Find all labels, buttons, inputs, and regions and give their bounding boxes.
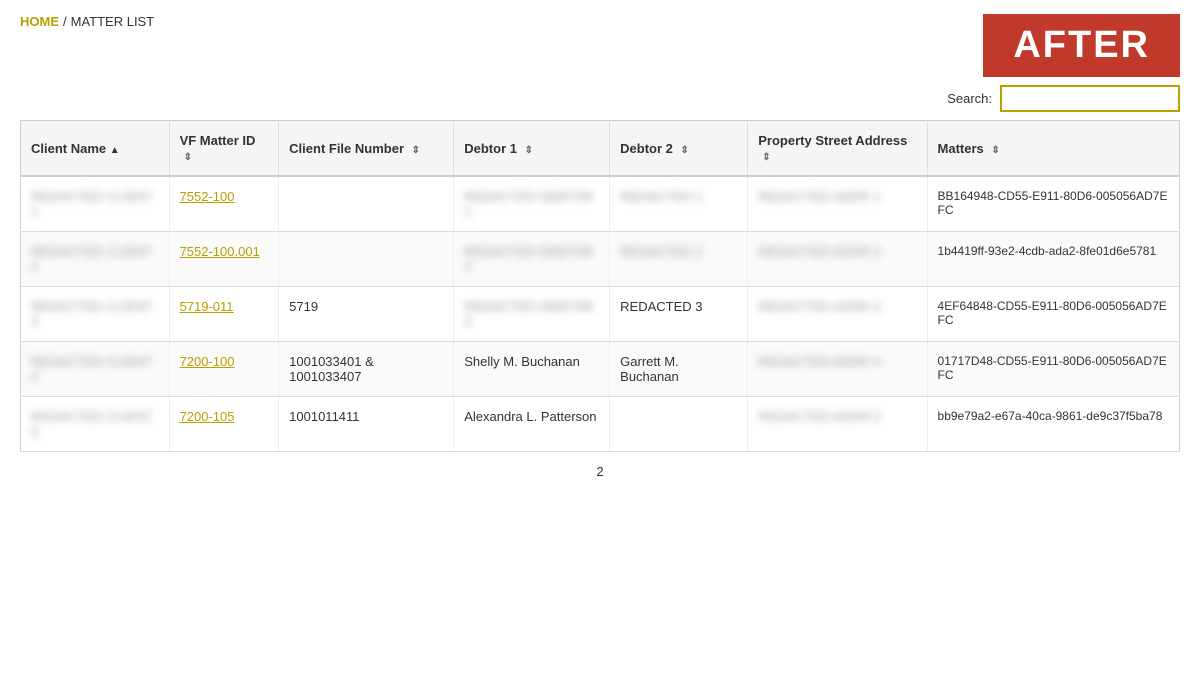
- cell-client-name: REDACTED CLIENT 4: [21, 342, 170, 397]
- sort-icon-d1: ⇕: [525, 145, 533, 156]
- cell-debtor2: REDACTED 3: [610, 287, 748, 342]
- cell-debtor2: REDACTED 2: [610, 232, 748, 287]
- matter-id-link[interactable]: 7552-100.001: [180, 244, 260, 259]
- cell-client-name: REDACTED CLIENT 5: [21, 397, 170, 452]
- cell-client-name: REDACTED CLIENT 1: [21, 176, 170, 232]
- sort-icon-vf: ⇕: [184, 152, 192, 163]
- address-value: REDACTED ADDR 3: [758, 299, 880, 314]
- cell-vf-matter-id: 5719-011: [169, 287, 279, 342]
- table-row: REDACTED CLIENT 5 7200-105 1001011411Alexa…: [21, 397, 1180, 452]
- header-right: AFTER: [983, 14, 1180, 77]
- matter-id-link[interactable]: 5719-011: [180, 299, 234, 314]
- debtor1-value: REDACTED DEBTOR 3: [464, 299, 593, 329]
- client-name-value: REDACTED CLIENT 4: [31, 354, 152, 384]
- sort-icon-d2: ⇕: [681, 145, 689, 156]
- table-container: Client Name ▲ VF Matter ID ⇕ Client File…: [0, 120, 1200, 511]
- address-value: REDACTED ADDR 1: [758, 189, 880, 204]
- table-row: REDACTED CLIENT 1 7552-100 REDACTED DEBTOR…: [21, 176, 1180, 232]
- debtor1-value: REDACTED DEBTOR 2: [464, 244, 593, 274]
- sort-up-icon: ▲: [110, 145, 120, 156]
- address-value: REDACTED ADDR 4: [758, 354, 880, 369]
- cell-vf-matter-id: 7552-100: [169, 176, 279, 232]
- search-label: Search:: [947, 91, 992, 106]
- cell-matters: 1b4419ff-93e2-4cdb-ada2-8fe01d6e5781: [927, 232, 1179, 287]
- cell-client-file-number: 1001011411: [279, 397, 454, 452]
- sort-icon-addr: ⇕: [762, 152, 770, 163]
- breadcrumb-separator: /: [63, 14, 67, 29]
- matter-id-link[interactable]: 7200-100: [180, 354, 235, 369]
- table-row: REDACTED CLIENT 2 7552-100.001 REDACTED DE…: [21, 232, 1180, 287]
- matter-id-link[interactable]: 7200-105: [180, 409, 235, 424]
- cell-property-address: REDACTED ADDR 2: [748, 232, 927, 287]
- table-row: REDACTED CLIENT 4 7200-100 1001033401 & 10…: [21, 342, 1180, 397]
- col-debtor1[interactable]: Debtor 1 ⇕: [454, 121, 610, 177]
- cell-client-name: REDACTED CLIENT 3: [21, 287, 170, 342]
- table-header: Client Name ▲ VF Matter ID ⇕ Client File…: [21, 121, 1180, 177]
- cell-debtor2: Garrett M. Buchanan: [610, 342, 748, 397]
- cell-client-file-number: [279, 232, 454, 287]
- cell-debtor1: REDACTED DEBTOR 1: [454, 176, 610, 232]
- cell-debtor1: Alexandra L. Patterson: [454, 397, 610, 452]
- search-input[interactable]: [1000, 85, 1180, 112]
- table-row: REDACTED CLIENT 3 5719-011 5719 REDACTED DE…: [21, 287, 1180, 342]
- address-value: REDACTED ADDR 5: [758, 409, 880, 424]
- cell-debtor2: REDACTED 1: [610, 176, 748, 232]
- cell-client-file-number: [279, 176, 454, 232]
- cell-vf-matter-id: 7200-100: [169, 342, 279, 397]
- cell-matters: 01717D48-CD55-E911-80D6-005056AD7EFC: [927, 342, 1179, 397]
- cell-client-file-number: 5719: [279, 287, 454, 342]
- cell-vf-matter-id: 7552-100.001: [169, 232, 279, 287]
- matter-table: Client Name ▲ VF Matter ID ⇕ Client File…: [20, 120, 1180, 452]
- debtor2-value: REDACTED 1: [620, 189, 702, 204]
- cell-property-address: REDACTED ADDR 3: [748, 287, 927, 342]
- sort-icon-cfn: ⇕: [412, 145, 420, 156]
- col-matters[interactable]: Matters ⇕: [927, 121, 1179, 177]
- client-name-value: REDACTED CLIENT 2: [31, 244, 152, 274]
- cell-client-file-number: 1001033401 & 1001033407: [279, 342, 454, 397]
- cell-vf-matter-id: 7200-105: [169, 397, 279, 452]
- matter-id-link[interactable]: 7552-100: [180, 189, 235, 204]
- col-vf-matter-id[interactable]: VF Matter ID ⇕: [169, 121, 279, 177]
- client-name-value: REDACTED CLIENT 1: [31, 189, 152, 219]
- home-link[interactable]: HOME: [20, 14, 59, 29]
- client-name-value: REDACTED CLIENT 5: [31, 409, 152, 439]
- after-badge: AFTER: [983, 14, 1180, 77]
- col-client-name[interactable]: Client Name ▲: [21, 121, 170, 177]
- debtor1-value: REDACTED DEBTOR 1: [464, 189, 593, 219]
- cell-property-address: REDACTED ADDR 1: [748, 176, 927, 232]
- breadcrumb: HOME / MATTER LIST: [20, 14, 154, 29]
- client-name-value: REDACTED CLIENT 3: [31, 299, 152, 329]
- search-area: Search:: [0, 77, 1200, 120]
- cell-matters: bb9e79a2-e67a-40ca-9861-de9c37f5ba78: [927, 397, 1179, 452]
- breadcrumb-current: MATTER LIST: [71, 14, 155, 29]
- top-bar: HOME / MATTER LIST AFTER: [0, 0, 1200, 77]
- col-client-file-number[interactable]: Client File Number ⇕: [279, 121, 454, 177]
- cell-debtor1: Shelly M. Buchanan: [454, 342, 610, 397]
- debtor2-value: REDACTED 2: [620, 244, 702, 259]
- page-number: 2: [596, 464, 603, 479]
- address-value: REDACTED ADDR 2: [758, 244, 880, 259]
- cell-client-name: REDACTED CLIENT 2: [21, 232, 170, 287]
- cell-debtor2: [610, 397, 748, 452]
- cell-debtor1: REDACTED DEBTOR 3: [454, 287, 610, 342]
- col-property-address[interactable]: Property Street Address ⇕: [748, 121, 927, 177]
- cell-debtor1: REDACTED DEBTOR 2: [454, 232, 610, 287]
- cell-property-address: REDACTED ADDR 4: [748, 342, 927, 397]
- cell-property-address: REDACTED ADDR 5: [748, 397, 927, 452]
- sort-icon-matters: ⇕: [991, 145, 999, 156]
- table-body: REDACTED CLIENT 1 7552-100 REDACTED DEBTOR…: [21, 176, 1180, 452]
- pagination: 2: [20, 452, 1180, 491]
- col-debtor2[interactable]: Debtor 2 ⇕: [610, 121, 748, 177]
- cell-matters: BB164948-CD55-E911-80D6-005056AD7EFC: [927, 176, 1179, 232]
- cell-matters: 4EF64848-CD55-E911-80D6-005056AD7EFC: [927, 287, 1179, 342]
